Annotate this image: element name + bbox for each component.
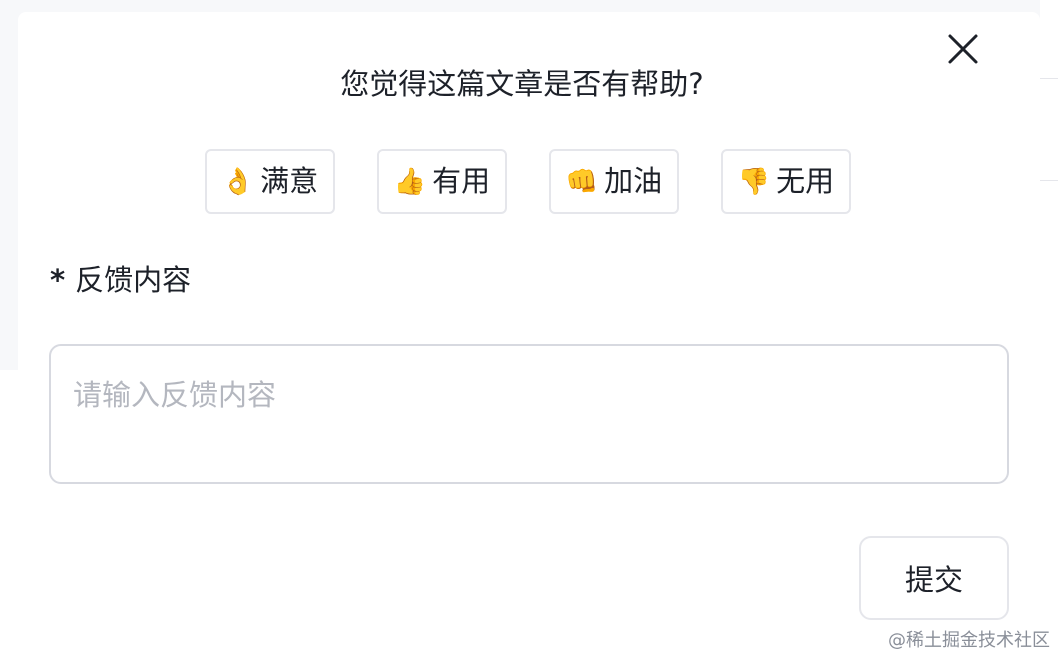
reaction-label: 有用 <box>432 164 491 198</box>
watermark: @稀土掘金技术社区 <box>888 630 1050 651</box>
dialog-title: 您觉得这篇文章是否有帮助? <box>340 67 704 101</box>
reaction-useful-button[interactable]: 👍 有用 <box>377 149 507 214</box>
reaction-label: 加油 <box>604 164 663 198</box>
reaction-useless-button[interactable]: 👎 无用 <box>721 149 851 214</box>
ok-hand-icon: 👌 <box>221 166 255 197</box>
background-divider <box>1040 180 1058 181</box>
reaction-cheer-button[interactable]: 👊 加油 <box>549 149 679 214</box>
feedback-textarea[interactable] <box>49 344 1009 484</box>
reaction-satisfied-button[interactable]: 👌 满意 <box>205 149 335 214</box>
fist-icon: 👊 <box>565 166 599 197</box>
reaction-label: 满意 <box>260 164 319 198</box>
feedback-label-text: 反馈内容 <box>75 263 192 297</box>
submit-button[interactable]: 提交 <box>859 536 1009 620</box>
thumbs-up-icon: 👍 <box>393 166 427 197</box>
feedback-field-label: * 反馈内容 <box>50 258 191 302</box>
reaction-label: 无用 <box>776 164 835 198</box>
thumbs-down-icon: 👎 <box>737 166 771 197</box>
background-panel <box>1040 0 1058 370</box>
required-mark: * <box>50 263 66 297</box>
